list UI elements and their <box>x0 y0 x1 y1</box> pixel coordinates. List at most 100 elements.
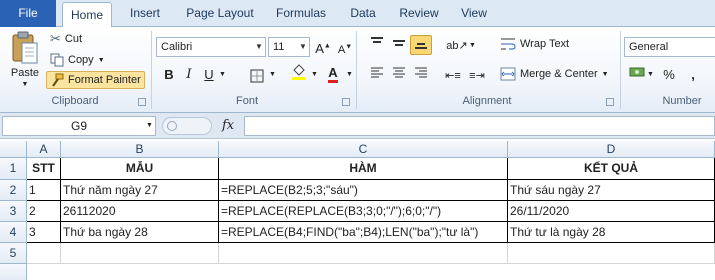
format-painter-label: Format Painter <box>68 74 141 86</box>
table-cell[interactable]: Thứ năm ngày 27 <box>61 180 219 201</box>
worksheet-grid[interactable]: A B C D 1 2 3 4 5 STT MẪU HÀM KẾT QUẢ 1 … <box>0 141 715 280</box>
column-header-a[interactable]: A <box>27 141 61 158</box>
align-middle-button[interactable] <box>388 35 410 55</box>
wrap-text-icon <box>501 38 516 50</box>
font-name-select[interactable]: Calibri ▼ <box>156 37 266 57</box>
formula-bar: G9 ▼ fx <box>0 113 715 139</box>
column-header-b[interactable]: B <box>61 141 219 158</box>
insert-function-button[interactable]: fx <box>222 116 234 136</box>
increase-indent-button[interactable]: ≡⇥ <box>466 65 488 85</box>
table-cell[interactable]: Thứ ba ngày 28 <box>61 222 219 243</box>
cut-label: Cut <box>64 33 83 45</box>
header-cell-mau[interactable]: MẪU <box>61 158 219 180</box>
shrink-font-icon: A▼ <box>337 43 353 56</box>
format-painter-button[interactable]: Format Painter <box>46 71 145 89</box>
chevron-down-icon[interactable]: ▼ <box>647 71 654 78</box>
scissors-icon: ✂ <box>50 31 61 46</box>
formula-bar-resize-handle[interactable] <box>162 117 212 135</box>
tab-page-layout[interactable]: Page Layout <box>182 0 258 27</box>
paste-button[interactable]: Paste ▼ <box>6 31 44 88</box>
table-cell[interactable]: 1 <box>27 180 61 201</box>
cut-button[interactable]: ✂ Cut <box>50 31 82 47</box>
table-cell[interactable]: =REPLACE(B4;FIND("ba";B4);LEN("ba");"tư … <box>219 222 508 243</box>
table-cell[interactable]: 26112020 <box>61 201 219 222</box>
copy-label: Copy <box>68 54 94 66</box>
row-header-4[interactable]: 4 <box>0 222 27 243</box>
align-top-button[interactable] <box>366 35 388 55</box>
italic-button[interactable]: I <box>178 65 200 85</box>
table-cell[interactable]: Thứ sáu ngày 27 <box>508 180 715 201</box>
decrease-indent-button[interactable]: ⇤≡ <box>442 65 464 85</box>
table-cell[interactable]: =REPLACE(B2;5;3;"sáu") <box>219 180 508 201</box>
table-cell[interactable] <box>61 243 219 264</box>
chevron-down-icon: ▼ <box>299 42 307 51</box>
copy-button[interactable]: Copy ▼ <box>50 53 105 67</box>
clipboard-dialog-launcher-icon[interactable] <box>138 98 146 106</box>
font-color-button[interactable]: A <box>322 63 344 83</box>
underline-button[interactable]: U <box>198 65 220 85</box>
align-bottom-button[interactable] <box>410 35 432 55</box>
select-all-corner[interactable] <box>0 141 27 158</box>
font-size-select[interactable]: 11 ▼ <box>268 37 310 57</box>
clipboard-group-label: Clipboard <box>51 95 99 107</box>
chevron-down-icon[interactable]: ▼ <box>311 71 318 78</box>
font-dialog-launcher-icon[interactable] <box>342 98 350 106</box>
header-cell-ket-qua[interactable]: KẾT QUẢ <box>508 158 715 180</box>
chevron-down-icon[interactable]: ▼ <box>469 42 476 49</box>
row-header-1[interactable]: 1 <box>0 158 27 180</box>
grow-font-icon: A▲ <box>315 41 331 57</box>
header-cell-ham[interactable]: HÀM <box>219 158 508 180</box>
chevron-down-icon[interactable]: ▼ <box>146 122 153 129</box>
align-left-button[interactable] <box>366 65 388 85</box>
tab-file[interactable]: File <box>0 0 56 27</box>
tab-formulas[interactable]: Formulas <box>272 0 330 27</box>
table-cell[interactable]: 2 <box>27 201 61 222</box>
accounting-format-button[interactable] <box>626 65 648 85</box>
table-cell[interactable]: Thứ tư là ngày 28 <box>508 222 715 243</box>
tab-view[interactable]: View <box>456 0 492 27</box>
header-cell-stt[interactable]: STT <box>27 158 61 180</box>
wrap-text-button[interactable]: Wrap Text <box>500 37 569 51</box>
align-top-icon <box>371 37 383 43</box>
row-header-3[interactable]: 3 <box>0 201 27 222</box>
ribbon: Paste ▼ ✂ Cut Copy ▼ Format Painter Clip… <box>0 27 715 113</box>
borders-button[interactable] <box>246 65 268 85</box>
circle-icon <box>167 121 177 131</box>
column-header-d[interactable]: D <box>508 141 715 158</box>
table-cell[interactable] <box>508 243 715 264</box>
name-box[interactable]: G9 <box>2 116 156 136</box>
shrink-font-button[interactable]: A▼ <box>334 37 356 57</box>
fill-color-button[interactable] <box>288 63 310 83</box>
alignment-dialog-launcher-icon[interactable] <box>606 98 614 106</box>
ribbon-tab-bar: File Home Insert Page Layout Formulas Da… <box>0 0 715 28</box>
formula-input[interactable] <box>244 116 715 136</box>
grow-font-button[interactable]: A▲ <box>312 37 334 57</box>
align-right-button[interactable] <box>410 65 432 85</box>
chevron-down-icon[interactable]: ▼ <box>346 71 353 78</box>
percent-style-button[interactable]: % <box>658 65 680 85</box>
table-cell[interactable] <box>27 243 61 264</box>
chevron-down-icon[interactable]: ▼ <box>219 71 226 78</box>
comma-style-button[interactable]: , <box>682 65 704 85</box>
tab-home[interactable]: Home <box>62 2 112 28</box>
tab-data[interactable]: Data <box>346 0 380 27</box>
table-cell[interactable] <box>219 243 508 264</box>
align-center-icon <box>393 67 405 78</box>
tab-insert[interactable]: Insert <box>124 0 166 27</box>
table-cell[interactable]: 26/11/2020 <box>508 201 715 222</box>
orientation-button[interactable]: ab↗ <box>446 35 468 55</box>
bold-button[interactable]: B <box>158 65 180 85</box>
paste-icon <box>12 31 38 64</box>
table-cell[interactable]: 3 <box>27 222 61 243</box>
number-format-value: General <box>629 41 669 53</box>
align-center-button[interactable] <box>388 65 410 85</box>
number-format-select[interactable]: General <box>624 37 715 57</box>
column-header-c[interactable]: C <box>219 141 508 158</box>
chevron-down-icon[interactable]: ▼ <box>269 71 276 78</box>
table-cell[interactable]: =REPLACE(REPLACE(B3;3;0;"/");6;0;"/") <box>219 201 508 222</box>
row-header-5[interactable]: 5 <box>0 243 27 264</box>
tab-review[interactable]: Review <box>396 0 442 27</box>
merge-center-button[interactable]: Merge & Center ▼ <box>500 67 609 81</box>
row-header-6[interactable] <box>0 264 27 280</box>
row-header-2[interactable]: 2 <box>0 180 27 201</box>
